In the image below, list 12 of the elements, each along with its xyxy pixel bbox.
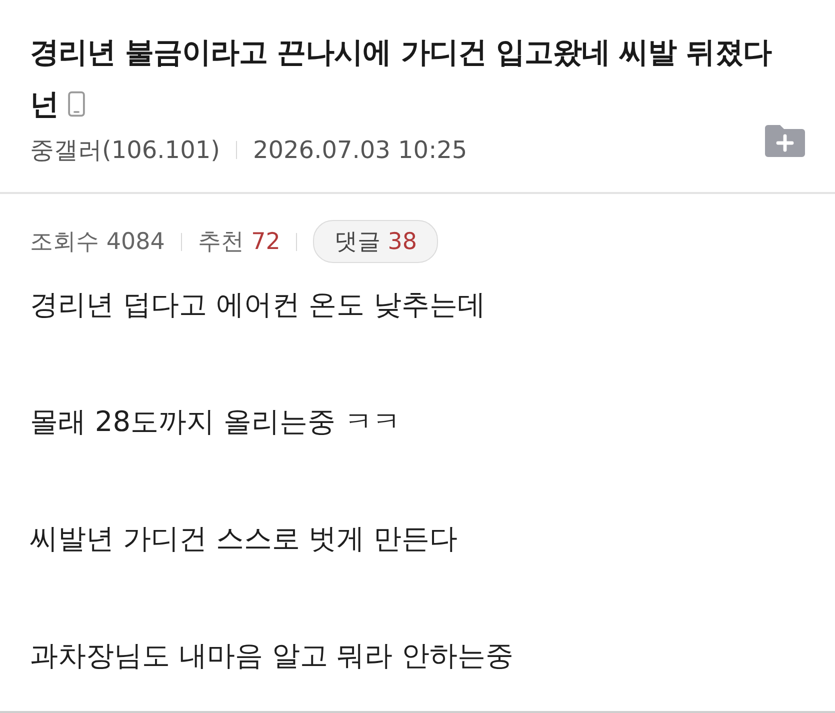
add-to-folder-button[interactable] bbox=[765, 125, 805, 157]
comments-button[interactable]: 댓글 38 bbox=[313, 220, 438, 263]
body-text: 경리년 덥다고 에어컨 온도 낮추는데 bbox=[30, 287, 487, 323]
post-title: 경리년 불금이라고 끈나시에 가디건 입고왔네 씨발 뒤졌다 넌 bbox=[30, 34, 773, 123]
stat-count: 추천 72 bbox=[198, 228, 280, 257]
stat-count: 조회수 4084 bbox=[30, 228, 165, 257]
body-text: 몰래 28도까지 올리는중 ㅋㅋ bbox=[30, 404, 402, 440]
author-name[interactable]: 중갤러(106.101) bbox=[30, 134, 220, 166]
post-date: 2026.07.03 10:25 bbox=[252, 136, 468, 164]
body-text: 과차장님도 내마음 알고 뭐라 안하는중 bbox=[30, 638, 515, 674]
folder-plus-icon bbox=[765, 125, 805, 157]
body-text: 씨발년 가디건 스스로 벗게 만든다 bbox=[30, 521, 459, 557]
